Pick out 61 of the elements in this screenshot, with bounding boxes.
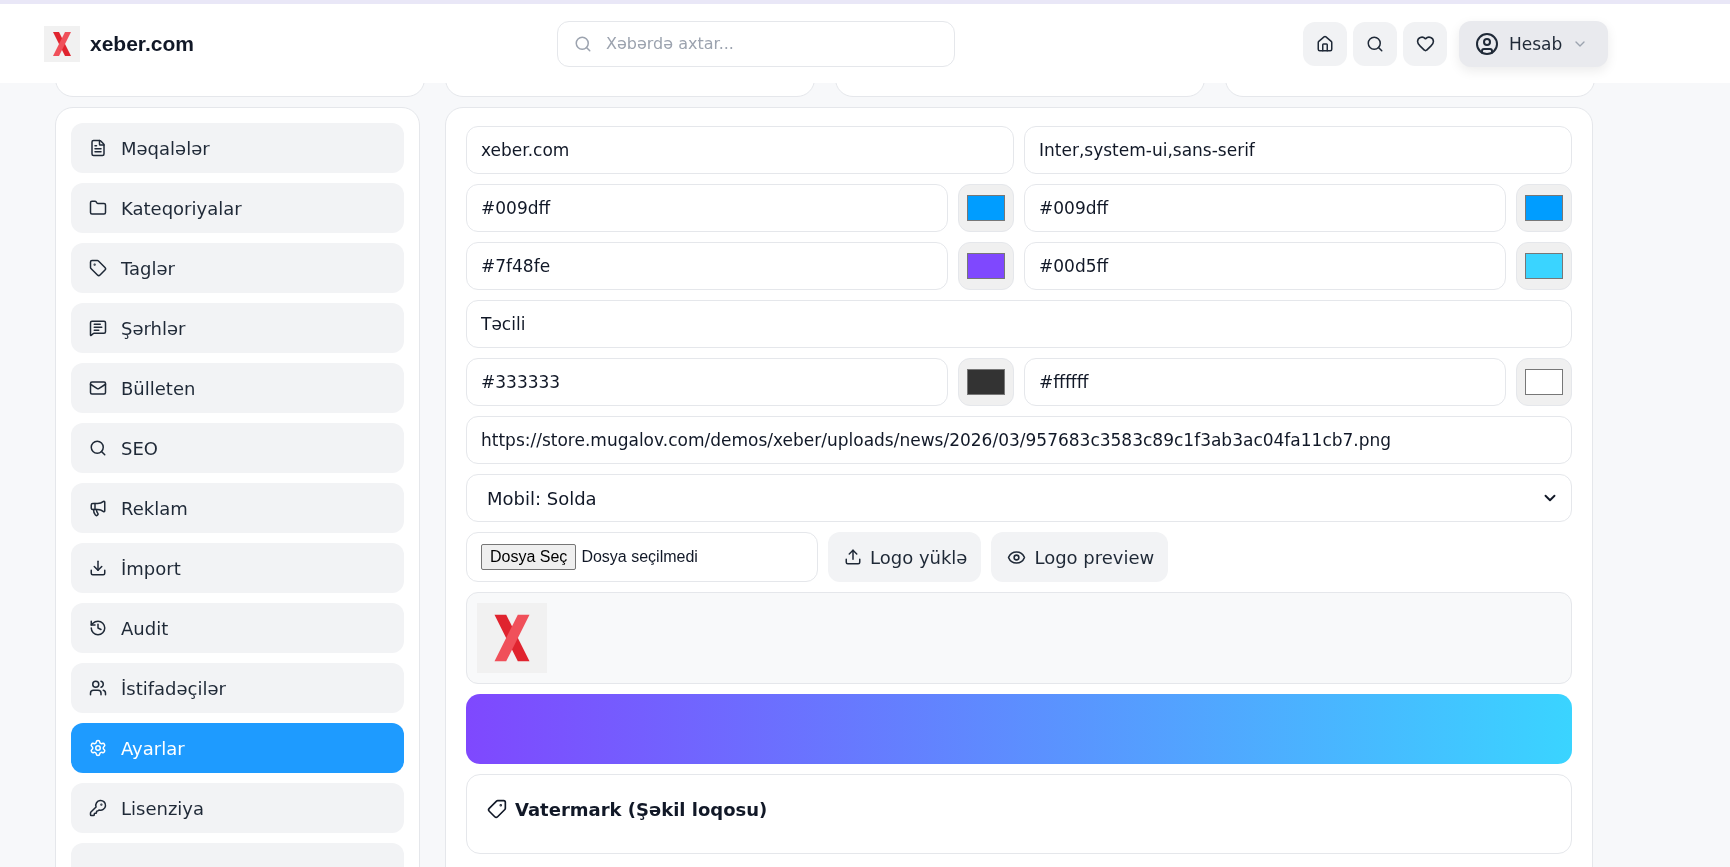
text-field[interactable]: https://store.mugalov.com/demos/xeber/uploads/news/2026/03/957683c3583c89c1f3ab3ac04fa11cb7.png [466, 416, 1572, 464]
history-icon [89, 619, 107, 637]
text-field[interactable]: xeber.com [466, 126, 1014, 174]
sidebar-item[interactable]: Məqalələr [71, 123, 404, 173]
sidebar-item[interactable]: Taglər [71, 243, 404, 293]
sidebar-item[interactable]: İstifadəçilər [71, 663, 404, 713]
text-field[interactable]: Inter,system-ui,sans-serif [1024, 126, 1572, 174]
megaphone-icon [89, 499, 107, 517]
color-code-field[interactable]: #00d5ff [1024, 242, 1506, 290]
search-button[interactable] [1353, 21, 1397, 66]
key-icon [89, 799, 107, 817]
site-logo-text[interactable]: xeber.com [90, 31, 194, 56]
color-picker[interactable] [1516, 184, 1572, 232]
sidebar-item[interactable]: İmport [71, 543, 404, 593]
document-icon [89, 139, 107, 157]
mail-icon [89, 379, 107, 397]
color-code-field[interactable]: #009dff [466, 184, 948, 232]
comment-icon [89, 319, 107, 337]
sidebar-item[interactable]: Şərhlər [71, 303, 404, 353]
color-picker[interactable] [958, 184, 1014, 232]
user-icon [1475, 31, 1499, 56]
color-code-field[interactable]: #333333 [466, 358, 948, 406]
tag-icon [487, 799, 507, 819]
sidebar-item[interactable]: Lisenziya [71, 783, 404, 833]
color-code-field[interactable]: #009dff [1024, 184, 1506, 232]
search-icon [89, 439, 107, 457]
sidebar-item[interactable]: SEO [71, 423, 404, 473]
color-code-field[interactable]: #7f48fe [466, 242, 948, 290]
search-icon [574, 34, 592, 53]
sidebar-item[interactable]: Audit [71, 603, 404, 653]
home-icon [1316, 34, 1334, 53]
color-code-field[interactable]: #ffffff [1024, 358, 1506, 406]
choose-file-button[interactable]: Dosya Seç [481, 544, 577, 570]
section-title: Vatermark (Şəkil loqosu) [515, 799, 768, 820]
heart-icon [1415, 34, 1435, 53]
logo-icon [44, 25, 80, 62]
tag-icon [89, 259, 107, 277]
settings-icon [89, 739, 107, 757]
folder-icon [89, 199, 107, 217]
preview-button[interactable]: Logo preview [991, 532, 1169, 582]
color-picker[interactable] [958, 242, 1014, 290]
search-field[interactable]: Xəbərdə axtar... [557, 20, 955, 67]
search-input[interactable]: Xəbərdə axtar... [604, 33, 938, 54]
upload-button[interactable]: Logo yüklə [828, 532, 982, 582]
search-icon [1366, 34, 1384, 53]
text-field[interactable]: Təcili [466, 300, 1572, 348]
users-icon [89, 679, 107, 697]
account-button[interactable]: Hesab [1459, 20, 1609, 67]
color-picker[interactable] [1516, 242, 1572, 290]
download-icon [89, 559, 107, 577]
select-dropdown[interactable]: Mobil: Solda [466, 474, 1572, 522]
sidebar-item[interactable]: Reklam [71, 483, 404, 533]
color-picker[interactable] [1516, 358, 1572, 406]
sidebar-item[interactable]: Bülleten [71, 363, 404, 413]
home-button[interactable] [1303, 21, 1347, 66]
upload-icon [844, 548, 862, 566]
heart-button[interactable] [1403, 21, 1447, 66]
color-picker[interactable] [958, 358, 1014, 406]
sidebar-item[interactable]: Kateqoriyalar [71, 183, 404, 233]
logo-icon [477, 603, 547, 673]
file-status-text: Dosya seçilmedi [581, 548, 698, 566]
